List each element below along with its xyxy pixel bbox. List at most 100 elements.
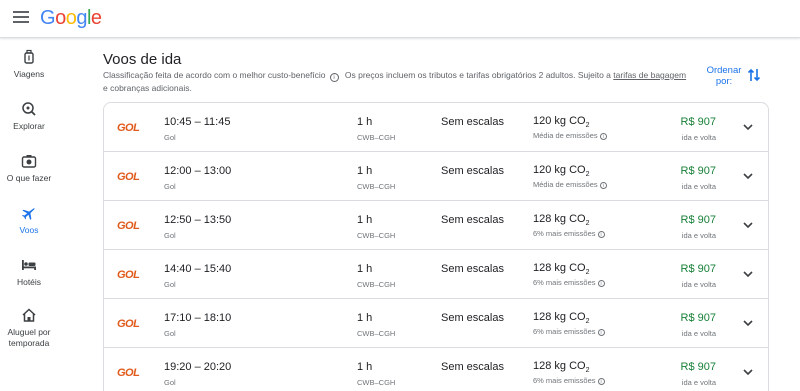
co2-subscript: 2 [585, 122, 590, 130]
co2-amount: 128 kg CO [533, 360, 586, 372]
price-type: ida e volta [681, 280, 716, 289]
chevron-down-icon[interactable] [742, 268, 754, 280]
flight-duration: 1 h [357, 263, 373, 275]
flight-times: 19:20 – 20:20 [164, 361, 232, 373]
co2-subscript: 2 [585, 171, 590, 179]
info-icon[interactable]: i [597, 280, 605, 287]
co2-subscript: 2 [585, 269, 590, 277]
gol-logo: GOL [117, 269, 140, 281]
flight-stops: Sem escalas [441, 361, 504, 373]
flight-times: 10:45 – 11:45 [164, 116, 231, 128]
flight-stops: Sem escalas [441, 165, 504, 177]
emissions-label: Média de emissões i [533, 131, 607, 140]
price-type: ida e volta [681, 378, 716, 387]
co2-value: 128 kg CO2 [533, 213, 590, 227]
flight-row[interactable]: GOL 12:50 – 13:50 Gol 1 h CWB–CGH Sem escalas… [104, 201, 768, 250]
gol-logo: GOL [117, 318, 140, 330]
sidebar-item-label: Viagens [13, 69, 45, 79]
baggage-fees-link[interactable]: tarifas de bagagem [613, 70, 686, 80]
emissions-text: Média de emissões [533, 180, 598, 189]
flight-row[interactable]: GOL 17:10 – 18:10 Gol 1 h CWB–CGH Sem escalas… [104, 299, 768, 348]
chevron-down-icon[interactable] [742, 121, 754, 133]
gol-logo: GOL [117, 171, 140, 183]
info-icon[interactable]: i [599, 133, 607, 140]
flight-duration: 1 h [357, 312, 373, 324]
emissions-label: 6% mais emissões i [533, 327, 605, 336]
sidebar-item-hoteis[interactable]: Hotéis [0, 257, 58, 287]
camera-icon [21, 155, 37, 168]
gol-logo: GOL [117, 367, 140, 379]
luggage-icon [24, 49, 34, 64]
sort-arrows-icon[interactable] [747, 67, 761, 83]
flight-route: CWB–CGH [357, 133, 396, 142]
hotel-icon [22, 260, 36, 270]
flight-times: 12:00 – 13:00 [164, 165, 232, 177]
flight-route: CWB–CGH [357, 329, 396, 338]
airline-name: Gol [164, 280, 176, 289]
sidebar-item-label: Hotéis [16, 277, 42, 287]
flight-row[interactable]: GOL 14:40 – 15:40 Gol 1 h CWB–CGH Sem escalas… [104, 250, 768, 299]
airline-name: Gol [164, 329, 176, 338]
flight-duration: 1 h [357, 165, 373, 177]
home-icon [22, 308, 36, 322]
sidebar-item-o-que-fazer[interactable]: O que fazer [0, 153, 58, 183]
info-icon[interactable]: i [597, 378, 605, 385]
ranking-note: Classificação feita de acordo com o melh… [103, 70, 326, 80]
flight-price: R$ 907 [680, 263, 716, 275]
chevron-down-icon[interactable] [742, 219, 754, 231]
info-icon[interactable]: i [329, 73, 339, 82]
price-note-end: e cobranças adicionais. [103, 83, 192, 93]
sidebar-item-label: Voos [19, 225, 39, 235]
emissions-text: 6% mais emissões [533, 376, 596, 385]
info-icon[interactable]: i [597, 329, 605, 336]
flight-route: CWB–CGH [357, 182, 396, 191]
co2-amount: 128 kg CO [533, 311, 586, 323]
co2-amount: 120 kg CO [533, 164, 586, 176]
flight-price: R$ 907 [680, 214, 716, 226]
sort-button[interactable]: Ordenar por: [702, 65, 746, 87]
price-type: ida e volta [681, 329, 716, 338]
flight-times: 12:50 – 13:50 [164, 214, 232, 226]
flight-route: CWB–CGH [357, 280, 396, 289]
info-icon[interactable]: i [597, 231, 605, 238]
chevron-down-icon[interactable] [742, 170, 754, 182]
flight-row[interactable]: GOL 19:20 – 20:20 Gol 1 h CWB–CGH Sem escalas… [104, 348, 768, 391]
main-menu-icon[interactable] [13, 11, 29, 25]
info-icon[interactable]: i [599, 182, 607, 189]
emissions-text: 6% mais emissões [533, 278, 596, 287]
airline-name: Gol [164, 133, 176, 142]
flight-row[interactable]: GOL 12:00 – 13:00 Gol 1 h CWB–CGH Sem escalas… [104, 152, 768, 201]
co2-value: 120 kg CO2 [533, 115, 590, 129]
sidebar: Viagens Explorar O que fazer Voos Hotéis… [0, 38, 58, 391]
flight-row[interactable]: GOL 10:45 – 11:45 Gol 1 h CWB–CGH Sem escalas… [104, 103, 768, 152]
chevron-down-icon[interactable] [742, 317, 754, 329]
flight-price: R$ 907 [680, 116, 716, 128]
co2-subscript: 2 [585, 367, 590, 375]
flight-route: CWB–CGH [357, 378, 396, 387]
sidebar-item-explorar[interactable]: Explorar [0, 101, 58, 131]
flight-stops: Sem escalas [441, 312, 504, 324]
flight-route: CWB–CGH [357, 231, 396, 240]
flight-duration: 1 h [357, 214, 373, 226]
emissions-text: 6% mais emissões [533, 327, 596, 336]
emissions-text: Média de emissões [533, 131, 598, 140]
flight-price: R$ 907 [680, 361, 716, 373]
emissions-label: 6% mais emissões i [533, 229, 605, 238]
google-logo[interactable]: Google [40, 7, 102, 30]
airline-name: Gol [164, 182, 176, 191]
results-description: Classificação feita de acordo com o melh… [103, 69, 693, 95]
flight-list: GOL 10:45 – 11:45 Gol 1 h CWB–CGH Sem escalas… [103, 102, 769, 391]
co2-amount: 120 kg CO [533, 115, 586, 127]
sidebar-item-voos[interactable]: Voos [0, 205, 58, 235]
sidebar-item-viagens[interactable]: Viagens [0, 49, 58, 79]
co2-amount: 128 kg CO [533, 213, 586, 225]
co2-value: 120 kg CO2 [533, 164, 590, 178]
page-title: Voos de ida [103, 51, 182, 68]
sidebar-item-aluguel[interactable]: Aluguel por temporada [0, 307, 58, 349]
price-type: ida e volta [681, 231, 716, 240]
flight-times: 17:10 – 18:10 [164, 312, 232, 324]
chevron-down-icon[interactable] [742, 366, 754, 378]
flight-times: 14:40 – 15:40 [164, 263, 232, 275]
flight-stops: Sem escalas [441, 214, 504, 226]
flight-price: R$ 907 [680, 165, 716, 177]
